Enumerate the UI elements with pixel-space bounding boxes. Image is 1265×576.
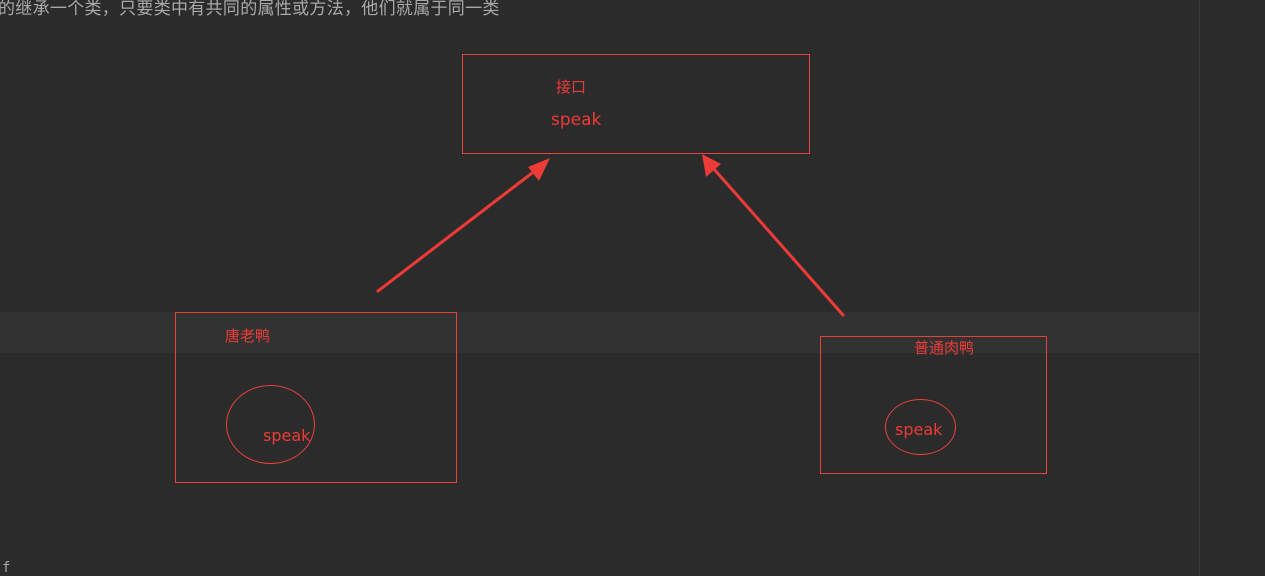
interface-method: speak — [551, 110, 602, 130]
interface-title: 接口 — [556, 78, 587, 96]
arrow-right-to-interface — [702, 154, 845, 317]
right-class-title: 普通肉鸭 — [914, 339, 975, 357]
interface-box — [462, 54, 810, 154]
editor-canvas: 的继承一个类，只要类中有共同的属性或方法，他们就属于同一类 f 接口 speak… — [0, 0, 1265, 576]
arrow-left-to-interface — [376, 158, 550, 293]
left-class-title: 唐老鸭 — [225, 327, 271, 345]
left-class-box — [175, 312, 457, 483]
right-class-method: speak — [895, 420, 943, 439]
left-class-method: speak — [263, 426, 311, 445]
left-method-oval — [226, 385, 315, 464]
